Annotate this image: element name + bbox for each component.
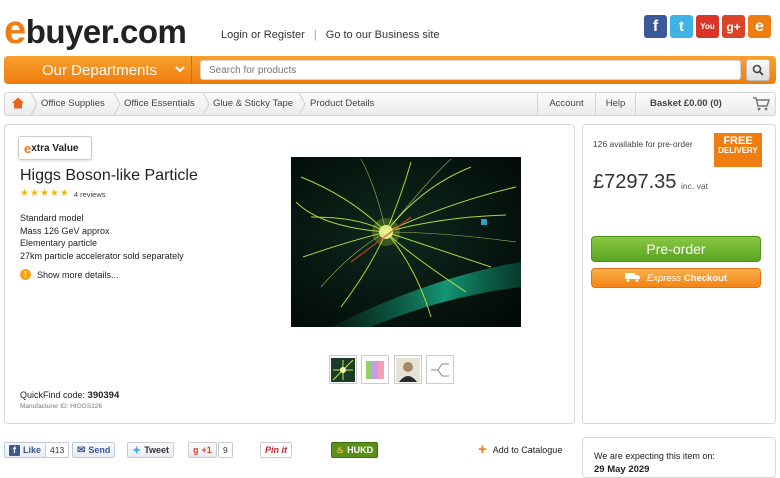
search-icon: [752, 64, 764, 76]
like-label: Like: [23, 445, 42, 455]
chevron-down-icon: [175, 64, 185, 76]
quickfind-code: 390394: [87, 390, 120, 401]
add-catalogue-label: Add to Catalogue: [492, 445, 563, 455]
ebuyer-logo[interactable]: ebuyer.com: [4, 8, 187, 53]
top-links: Login or Register | Go to our Business s…: [221, 29, 446, 41]
spec-line: 27km particle accelerator sold separatel…: [20, 250, 184, 261]
show-more-label: Show more details...: [37, 269, 119, 280]
breadcrumb-glue-sticky-tape[interactable]: Glue & Sticky Tape: [213, 93, 293, 115]
thumbnail-diagram[interactable]: [426, 355, 454, 384]
social-links: f t You g+ e: [644, 15, 771, 38]
facebook-icon[interactable]: f: [644, 15, 667, 38]
ebuyer-icon[interactable]: e: [748, 15, 771, 38]
basket-label: Basket £0.00 (0): [650, 98, 722, 109]
info-icon: !: [20, 269, 31, 280]
tweet-label: Tweet: [144, 445, 170, 455]
account-link[interactable]: Account: [537, 93, 595, 115]
login-register-link[interactable]: Login or Register: [221, 29, 305, 41]
star-icon: ★: [39, 188, 49, 199]
youtube-icon[interactable]: You: [696, 15, 719, 38]
manufacturer-id: Manufacturer ID: HIGGS126: [20, 403, 103, 410]
availability: 126 available for pre-order: [593, 139, 693, 149]
rating[interactable]: ★ ★ ★ ★ ★ 4 reviews: [20, 189, 106, 199]
express-label: Express: [646, 272, 682, 284]
star-icon: ★: [20, 188, 29, 199]
expected-date: 29 May 2029: [594, 464, 650, 475]
thumbnail-chart[interactable]: [361, 355, 389, 384]
star-icon: ★: [59, 188, 69, 199]
facebook-send-button[interactable]: ✉ Send: [72, 442, 116, 458]
nav-bar: Our Departments: [4, 56, 776, 84]
tweet-button[interactable]: ✦ Tweet: [127, 442, 175, 458]
spec-line: Standard model: [20, 213, 84, 223]
expected-label: We are expecting this item on:: [594, 451, 715, 461]
plus-icon: +: [478, 441, 487, 458]
expected-date-panel: We are expecting this item on: 29 May 20…: [582, 437, 776, 478]
extra-value-badge: e xtra Value: [18, 136, 92, 160]
show-more-details[interactable]: ! Show more details...: [20, 269, 119, 280]
price: £7297.35: [593, 171, 677, 193]
truck-icon: [624, 272, 641, 285]
search-input[interactable]: [200, 60, 741, 80]
add-to-catalogue[interactable]: + Add to Catalogue: [478, 441, 563, 458]
thumbnail-collision[interactable]: [329, 355, 357, 384]
breadcrumb-product-details: Product Details: [310, 98, 375, 109]
breadcrumb-office-essentials[interactable]: Office Essentials: [124, 93, 195, 115]
gplus-count: 9: [218, 442, 233, 458]
star-icon: ★: [29, 188, 39, 199]
star-icon: ★: [49, 188, 59, 199]
like-count: 413: [45, 442, 70, 458]
help-link[interactable]: Help: [595, 93, 635, 115]
top-links-separator: |: [313, 29, 317, 41]
facebook-like-button[interactable]: f Like: [4, 442, 47, 458]
reviews-link[interactable]: 4 reviews: [74, 190, 106, 199]
quickfind-label: QuickFind code:: [20, 390, 86, 400]
basket-link[interactable]: Basket £0.00 (0): [635, 93, 775, 115]
twitter-icon[interactable]: t: [670, 15, 693, 38]
flame-icon: ♨: [336, 444, 345, 455]
departments-label: Our Departments: [42, 61, 158, 79]
logo-text: buyer.com: [25, 13, 187, 50]
search-button[interactable]: [746, 59, 770, 81]
delivery-label: DELIVERY: [718, 146, 758, 155]
preorder-button[interactable]: Pre-order: [591, 236, 761, 262]
inc-vat: inc. vat: [681, 181, 708, 191]
express-checkout-button[interactable]: Express Checkout: [591, 268, 761, 288]
facebook-icon: f: [9, 444, 20, 456]
breadcrumb-office-supplies[interactable]: Office Supplies: [41, 93, 105, 115]
basket-icon: [752, 97, 771, 120]
product-specs: Standard model Mass 126 GeV approx Eleme…: [20, 212, 184, 262]
business-site-link[interactable]: Go to our Business site: [326, 29, 440, 41]
badge-e: e: [24, 140, 32, 156]
free-delivery-badge: FREE DELIVERY: [714, 133, 762, 167]
spec-line: Mass 126 GeV approx: [20, 225, 110, 236]
product-image[interactable]: [291, 157, 521, 327]
google-plus-icon[interactable]: g+: [722, 15, 745, 38]
hukd-button[interactable]: ♨ HUKD: [331, 442, 379, 458]
breadcrumb: Office Supplies Office Essentials Glue &…: [4, 92, 776, 116]
badge-text: xtra Value: [31, 142, 79, 154]
home-icon[interactable]: [11, 96, 25, 112]
google-plus-icon: g: [193, 445, 199, 455]
quickfind: QuickFind code: 390394: [20, 390, 119, 401]
send-label: Send: [88, 445, 111, 455]
free-label: FREE: [723, 135, 753, 147]
product-title: Higgs Boson-like Particle: [20, 167, 198, 184]
spec-line: Elementary particle: [20, 238, 98, 249]
checkout-label: Checkout: [683, 272, 728, 284]
twitter-icon: ✦: [132, 444, 142, 457]
logo-e: e: [4, 8, 26, 52]
google-plus-one-button[interactable]: g +1: [188, 442, 217, 458]
hukd-label: HUKD: [347, 445, 374, 455]
send-icon: ✉: [77, 444, 86, 456]
gplus-label: +1: [201, 445, 212, 455]
departments-menu[interactable]: Our Departments: [4, 56, 192, 84]
thumbnail-portrait[interactable]: [394, 355, 422, 384]
pinterest-button[interactable]: Pin it: [260, 442, 292, 458]
page: ebuyer.com Login or Register | Go to our…: [0, 0, 780, 478]
